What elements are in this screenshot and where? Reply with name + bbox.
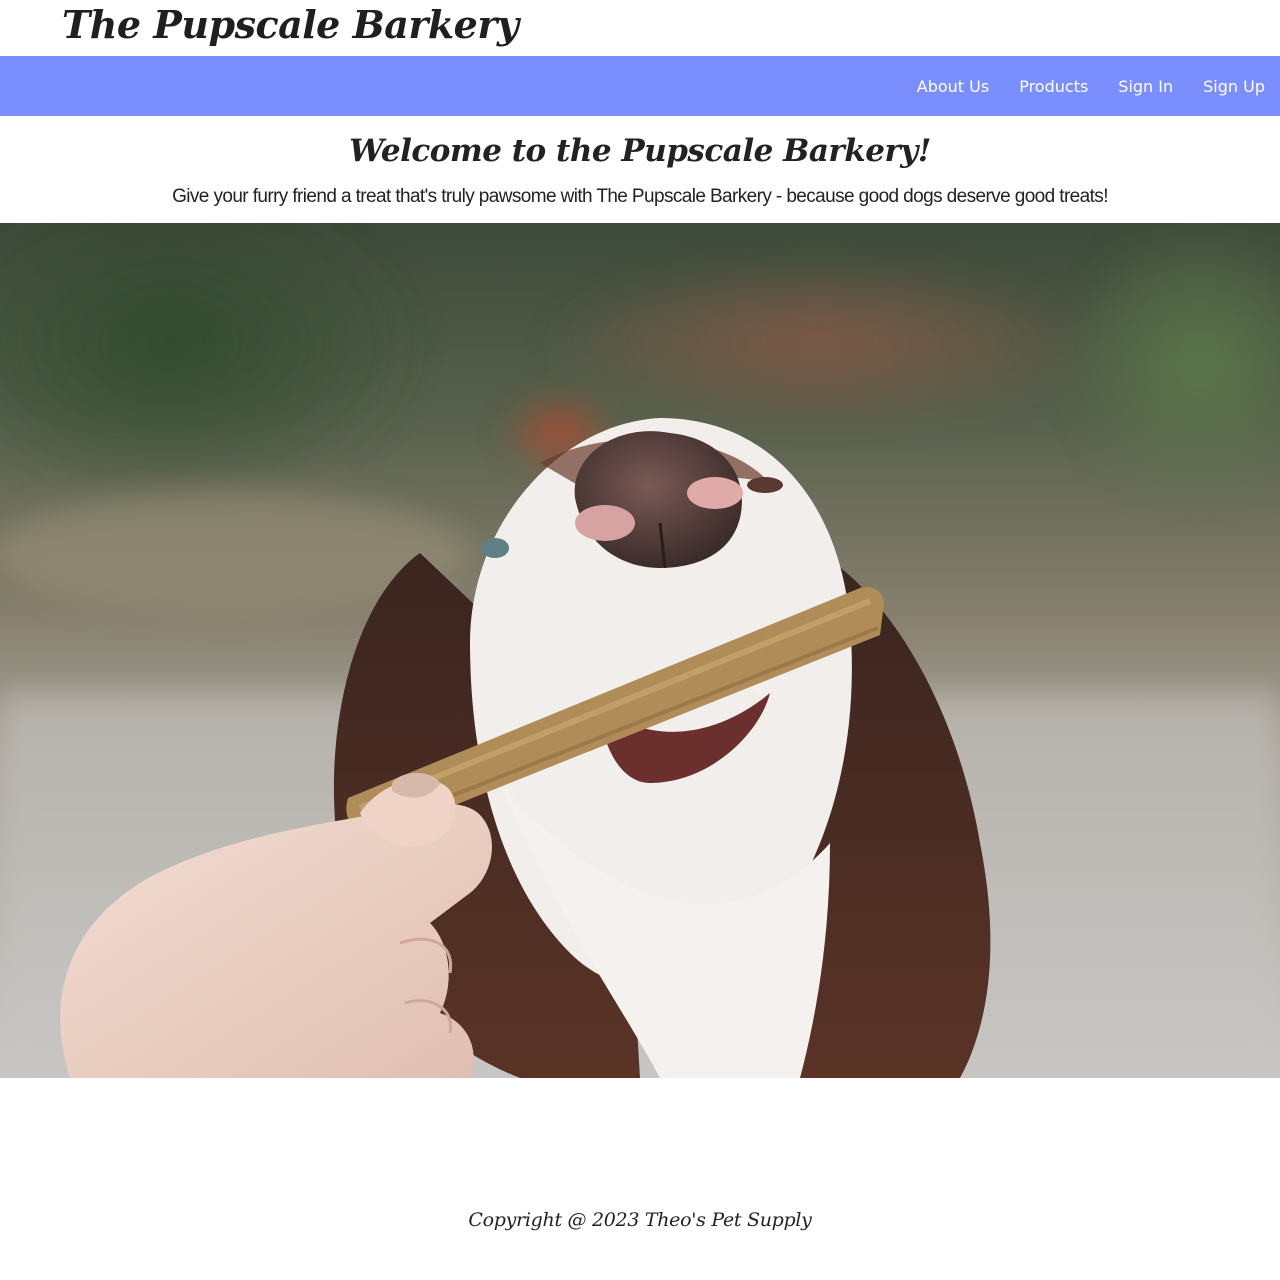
brand-bar: The Pupscale Barkery <box>0 0 1280 56</box>
nav-link-sign-up[interactable]: Sign Up <box>1203 77 1265 96</box>
site-brand-logo[interactable]: The Pupscale Barkery <box>62 0 519 50</box>
nav-link-about-us[interactable]: About Us <box>917 77 989 96</box>
footer-copyright: Copyright @ 2023 Theo's Pet Supply <box>468 1209 812 1231</box>
hero-subheading: Give your furry friend a treat that's tr… <box>172 186 1108 207</box>
nav-link-products[interactable]: Products <box>1019 77 1088 96</box>
hero-dog-treat-photo <box>0 223 1280 1078</box>
hero-heading: Welcome to the Pupscale Barkery! <box>349 133 931 169</box>
nav-link-sign-in[interactable]: Sign In <box>1118 77 1173 96</box>
nav-links: About Us Products Sign In Sign Up <box>917 56 1280 116</box>
main-navbar: About Us Products Sign In Sign Up <box>0 56 1280 116</box>
